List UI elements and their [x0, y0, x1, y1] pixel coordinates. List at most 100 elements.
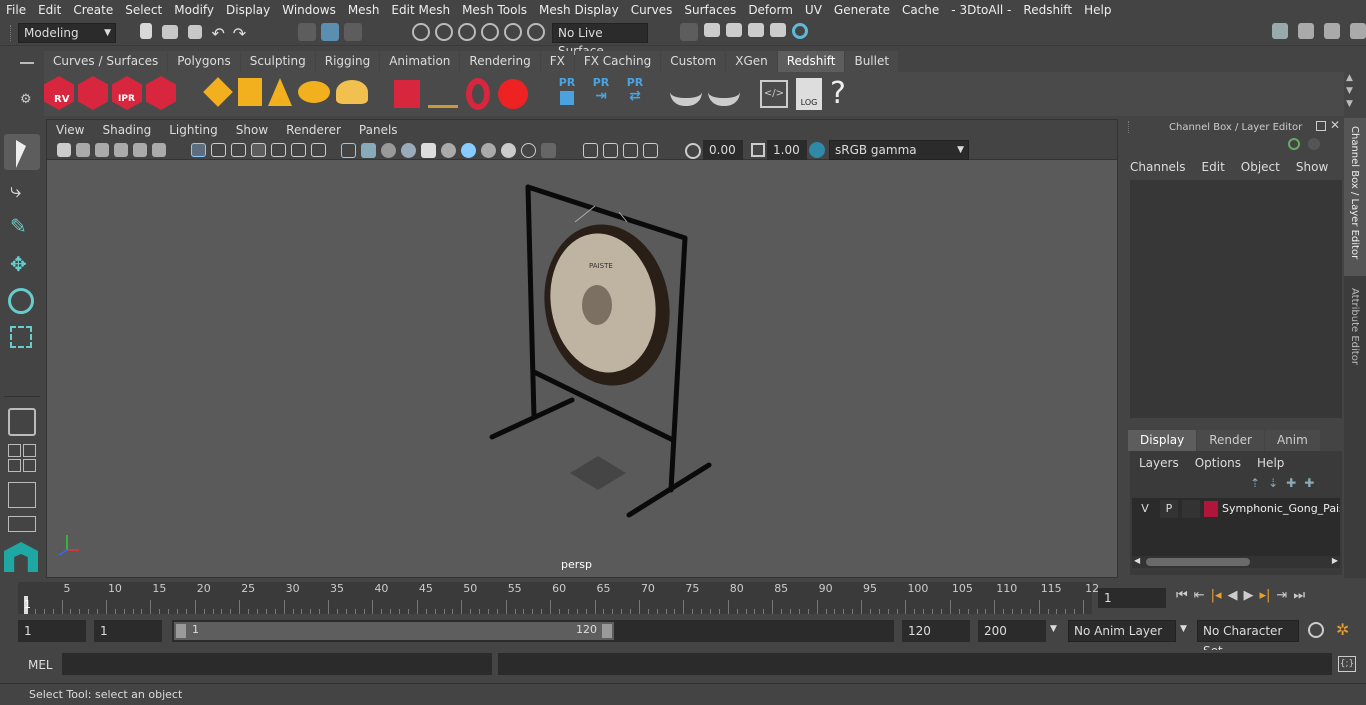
range-slider-track[interactable]: 1 120 — [172, 620, 894, 642]
menu-select[interactable]: Select — [119, 3, 168, 17]
menu-mesh-tools[interactable]: Mesh Tools — [456, 3, 533, 17]
camera-attr-icon[interactable] — [76, 143, 90, 157]
new-layer-from-selected-icon[interactable]: ✚ — [1304, 476, 1314, 490]
time-slider-track[interactable]: 5 10 15 20 25 30 35 40 45 50 55 60 65 70 75 80 85 90 95 100… — [18, 582, 1099, 614]
undo-icon[interactable]: ↶ — [211, 24, 224, 43]
shelf-tab-curves-surfaces[interactable]: Curves / Surfaces — [44, 51, 168, 72]
command-input[interactable] — [62, 653, 492, 675]
safe-action-icon[interactable] — [291, 143, 306, 157]
layer-row[interactable]: V P Symphonic_Gong_Pais — [1132, 500, 1340, 518]
shadows-icon[interactable] — [461, 143, 476, 158]
redshift-ipr-button[interactable]: IPR — [112, 76, 142, 110]
2d-pan-icon[interactable] — [152, 143, 166, 157]
persp-graph-layout-icon[interactable] — [8, 516, 36, 532]
new-empty-layer-icon[interactable]: ✚ — [1286, 476, 1296, 490]
shelf-tab-fx[interactable]: FX — [540, 51, 574, 72]
redshift-rv-button[interactable]: RV — [44, 76, 74, 110]
redo-icon[interactable]: ↷ — [233, 24, 246, 43]
wireframe-icon[interactable] — [341, 143, 356, 158]
menu-mesh-display[interactable]: Mesh Display — [533, 3, 625, 17]
menu-file[interactable]: File — [0, 3, 32, 17]
log-icon[interactable]: LOG — [796, 78, 822, 110]
smooth-shade-icon[interactable] — [361, 143, 376, 158]
pr-swap-button[interactable]: PR ⇄ — [622, 76, 648, 110]
channel-box-menu-channels[interactable]: Channels — [1130, 160, 1186, 174]
hair-icon[interactable] — [428, 80, 458, 108]
channel-box-menu-object[interactable]: Object — [1241, 160, 1280, 174]
exposure-field[interactable]: 0.00 — [703, 140, 743, 160]
grip-handle[interactable] — [10, 25, 15, 41]
shelf-tab-xgen[interactable]: XGen — [726, 51, 777, 72]
xray-active-icon[interactable] — [623, 143, 638, 158]
menu-cache[interactable]: Cache — [896, 3, 945, 17]
snap-live-icon[interactable] — [527, 23, 545, 41]
select-object-icon[interactable] — [321, 23, 339, 41]
mode-dropdown[interactable]: Modeling ▼ — [18, 23, 116, 43]
script-editor-icon[interactable]: </> — [760, 80, 788, 108]
bake-options-icon[interactable] — [708, 80, 740, 106]
move-layer-up-icon[interactable]: ⇡ — [1250, 476, 1260, 490]
anti-alias-icon[interactable] — [521, 143, 536, 158]
menu-mesh[interactable]: Mesh — [342, 3, 386, 17]
spot-light-icon[interactable] — [268, 78, 292, 106]
range-end-handle[interactable] — [602, 624, 612, 638]
pr-import-button[interactable]: PR ⇥ — [588, 76, 614, 110]
gamma-field[interactable]: 1.00 — [767, 140, 807, 160]
menu-curves[interactable]: Curves — [625, 3, 679, 17]
scale-tool-icon[interactable] — [10, 326, 32, 348]
shelf-menu-icon[interactable] — [20, 62, 34, 64]
viewport-menu-lighting[interactable]: Lighting — [160, 123, 227, 137]
snap-curve-icon[interactable] — [435, 23, 453, 41]
render-settings-icon[interactable] — [770, 23, 786, 37]
move-tool-icon[interactable]: ✥ — [10, 252, 27, 276]
viewport-menu-renderer[interactable]: Renderer — [277, 123, 350, 137]
rotate-tool-icon[interactable] — [8, 288, 34, 314]
anim-layer-dropdown[interactable]: No Anim Layer — [1068, 620, 1176, 642]
viewport-menu-show[interactable]: Show — [227, 123, 277, 137]
four-view-layout-icon[interactable] — [8, 444, 36, 472]
material-ball-icon[interactable] — [498, 79, 528, 109]
live-surface-field[interactable]: No Live Surface — [552, 23, 648, 58]
playback-start-field[interactable]: 1 — [94, 620, 162, 642]
menu-create[interactable]: Create — [67, 3, 119, 17]
viewport-panel[interactable]: View Shading Lighting Show Renderer Panels — [46, 119, 1118, 578]
image-plane-icon[interactable] — [114, 143, 128, 157]
pr-export-button[interactable]: PR — [554, 76, 580, 110]
proxy-icon[interactable] — [394, 80, 420, 108]
new-scene-icon[interactable] — [140, 23, 152, 39]
gamma-icon[interactable] — [751, 143, 765, 157]
panel-toggle-icon-2[interactable] — [1324, 23, 1340, 39]
snap-point-icon[interactable] — [458, 23, 476, 41]
shelf-tab-polygons[interactable]: Polygons — [168, 51, 240, 72]
persp-outliner-layout-icon[interactable] — [8, 482, 36, 508]
motion-blur-icon[interactable] — [501, 143, 516, 158]
exposure-icon[interactable] — [685, 143, 701, 159]
channel-box-menu-edit[interactable]: Edit — [1202, 160, 1225, 174]
snap-surface-icon[interactable] — [504, 23, 522, 41]
snap-grid-icon[interactable] — [412, 23, 430, 41]
xray-icon[interactable] — [603, 143, 618, 158]
textured-icon[interactable] — [421, 143, 436, 158]
camera-icon[interactable] — [57, 143, 71, 157]
menu-help[interactable]: Help — [1078, 3, 1117, 17]
layer-menu-options[interactable]: Options — [1195, 456, 1241, 470]
render-current-icon[interactable] — [726, 23, 742, 37]
help-icon[interactable]: ? — [830, 79, 846, 109]
viewport-menu-shading[interactable]: Shading — [93, 123, 160, 137]
float-panel-icon[interactable] — [1316, 121, 1326, 131]
range-start-handle[interactable] — [176, 624, 186, 638]
scroll-left-icon[interactable]: ◀ — [1134, 556, 1140, 565]
character-set-dropdown[interactable]: No Character Set — [1197, 620, 1299, 658]
side-tab-channel-box[interactable]: Channel Box / Layer Editor — [1344, 118, 1366, 276]
script-editor-icon[interactable]: {;} — [1338, 656, 1356, 672]
time-slider[interactable]: 5 10 15 20 25 30 35 40 45 50 55 60 65 70 75 80 85 90 95 100… — [0, 578, 1366, 618]
shelf-tab-fx-caching[interactable]: FX Caching — [574, 51, 661, 72]
shelf-tab-sculpting[interactable]: Sculpting — [240, 51, 315, 72]
auto-key-icon[interactable] — [1308, 622, 1324, 638]
menu-deform[interactable]: Deform — [742, 3, 799, 17]
field-chart-icon[interactable] — [271, 143, 286, 157]
select-tool-button[interactable] — [4, 134, 40, 170]
snap-projected-icon[interactable] — [481, 23, 499, 41]
play-forwards-icon[interactable]: ▶ — [1244, 588, 1254, 603]
animation-end-field[interactable]: 200 — [978, 620, 1046, 642]
